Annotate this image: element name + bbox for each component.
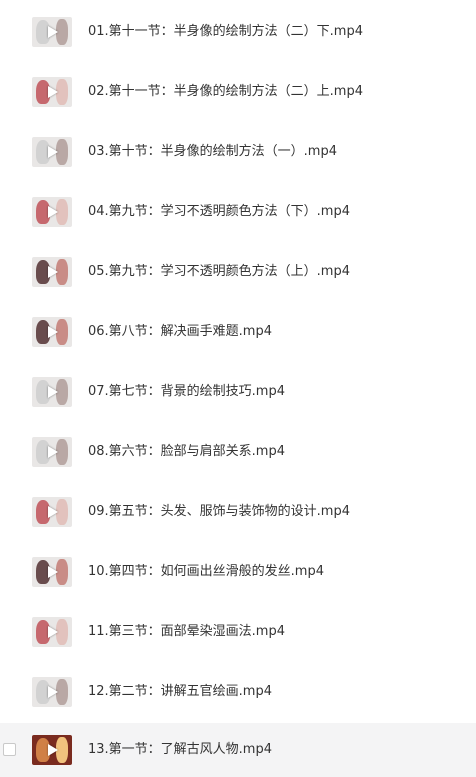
file-row[interactable]: 01.第十一节：半身像的绘制方法（二）下.mp4 <box>0 5 476 59</box>
play-icon <box>48 326 58 338</box>
play-icon <box>48 626 58 638</box>
file-row-selected[interactable]: 13.第一节：了解古风人物.mp4 <box>0 723 476 777</box>
file-name[interactable]: 02.第十一节：半身像的绘制方法（二）上.mp4 <box>88 65 363 119</box>
file-row[interactable]: 06.第八节：解决画手难题.mp4 <box>0 305 476 359</box>
file-row[interactable]: 02.第十一节：半身像的绘制方法（二）上.mp4 <box>0 65 476 119</box>
video-thumbnail[interactable] <box>32 557 72 587</box>
play-icon <box>48 206 58 218</box>
play-icon <box>48 26 58 38</box>
file-row[interactable]: 04.第九节：学习不透明颜色方法（下）.mp4 <box>0 185 476 239</box>
file-row[interactable]: 12.第二节：讲解五官绘画.mp4 <box>0 665 476 719</box>
video-thumbnail[interactable] <box>32 437 72 467</box>
file-row[interactable]: 11.第三节：面部晕染湿画法.mp4 <box>0 605 476 659</box>
video-thumbnail[interactable] <box>32 497 72 527</box>
play-icon <box>48 744 58 756</box>
file-row[interactable]: 05.第九节：学习不透明颜色方法（上）.mp4 <box>0 245 476 299</box>
file-name[interactable]: 09.第五节：头发、服饰与装饰物的设计.mp4 <box>88 485 350 539</box>
video-thumbnail[interactable] <box>32 257 72 287</box>
video-thumbnail[interactable] <box>32 317 72 347</box>
play-icon <box>48 386 58 398</box>
file-name[interactable]: 04.第九节：学习不透明颜色方法（下）.mp4 <box>88 185 350 239</box>
file-name[interactable]: 07.第七节：背景的绘制技巧.mp4 <box>88 365 285 419</box>
video-file-list: 01.第十一节：半身像的绘制方法（二）下.mp4 02.第十一节：半身像的绘制方… <box>0 0 476 777</box>
file-row[interactable]: 09.第五节：头发、服饰与装饰物的设计.mp4 <box>0 485 476 539</box>
file-row[interactable]: 10.第四节：如何画出丝滑般的发丝.mp4 <box>0 545 476 599</box>
file-row[interactable]: 03.第十节：半身像的绘制方法（一）.mp4 <box>0 125 476 179</box>
row-checkbox[interactable] <box>3 743 16 756</box>
video-thumbnail[interactable] <box>32 617 72 647</box>
play-icon <box>48 686 58 698</box>
file-name[interactable]: 03.第十节：半身像的绘制方法（一）.mp4 <box>88 125 337 179</box>
video-thumbnail[interactable] <box>32 377 72 407</box>
video-thumbnail[interactable] <box>32 197 72 227</box>
file-name[interactable]: 11.第三节：面部晕染湿画法.mp4 <box>88 605 285 659</box>
play-icon <box>48 566 58 578</box>
video-thumbnail[interactable] <box>32 137 72 167</box>
file-name[interactable]: 05.第九节：学习不透明颜色方法（上）.mp4 <box>88 245 350 299</box>
file-name[interactable]: 13.第一节：了解古风人物.mp4 <box>88 723 272 777</box>
video-thumbnail[interactable] <box>32 77 72 107</box>
file-name[interactable]: 08.第六节：脸部与肩部关系.mp4 <box>88 425 285 479</box>
video-thumbnail[interactable] <box>32 735 72 765</box>
file-name[interactable]: 12.第二节：讲解五官绘画.mp4 <box>88 665 272 719</box>
file-name[interactable]: 10.第四节：如何画出丝滑般的发丝.mp4 <box>88 545 324 599</box>
play-icon <box>48 146 58 158</box>
play-icon <box>48 266 58 278</box>
file-name[interactable]: 06.第八节：解决画手难题.mp4 <box>88 305 272 359</box>
video-thumbnail[interactable] <box>32 677 72 707</box>
file-row[interactable]: 08.第六节：脸部与肩部关系.mp4 <box>0 425 476 479</box>
file-row[interactable]: 07.第七节：背景的绘制技巧.mp4 <box>0 365 476 419</box>
video-thumbnail[interactable] <box>32 17 72 47</box>
file-name[interactable]: 01.第十一节：半身像的绘制方法（二）下.mp4 <box>88 5 363 59</box>
play-icon <box>48 86 58 98</box>
play-icon <box>48 506 58 518</box>
play-icon <box>48 446 58 458</box>
